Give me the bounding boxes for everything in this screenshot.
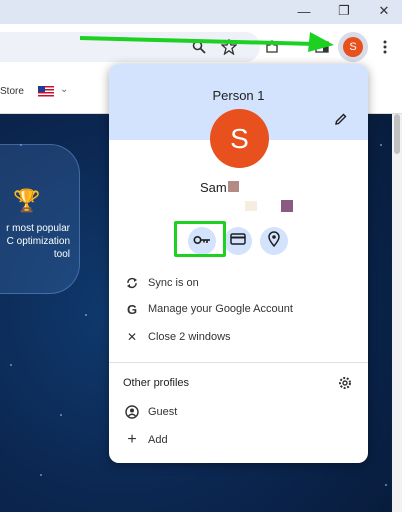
sync-label: Sync is on	[148, 277, 199, 289]
promo-card	[0, 144, 80, 294]
us-flag-icon[interactable]	[38, 86, 54, 97]
credit-card-icon	[230, 232, 246, 250]
trophy-icon: 🏆	[13, 188, 41, 213]
store-link[interactable]: Store	[0, 86, 24, 97]
edit-pencil-icon[interactable]	[334, 112, 350, 128]
restore-button[interactable]: ❐	[334, 2, 354, 20]
redaction-block	[228, 181, 239, 192]
redaction-block	[245, 201, 257, 211]
close-windows-row[interactable]: ✕ Close 2 windows	[109, 323, 368, 351]
plus-icon: +	[127, 431, 137, 448]
gear-icon[interactable]	[338, 376, 352, 390]
close-windows-label: Close 2 windows	[148, 331, 231, 343]
annotation-arrow	[79, 32, 334, 52]
guest-profile-row[interactable]: Guest	[109, 398, 368, 426]
page-scrollbar[interactable]	[392, 114, 402, 512]
manage-account-label: Manage your Google Account	[148, 303, 293, 315]
close-icon: ✕	[126, 330, 138, 344]
location-pin-icon	[268, 230, 280, 252]
google-g-icon: G	[126, 301, 138, 317]
minimize-button[interactable]: —	[294, 2, 314, 20]
guest-label: Guest	[148, 406, 178, 418]
minimize-icon: —	[297, 3, 311, 19]
addresses-button[interactable]	[260, 227, 288, 255]
add-label: Add	[148, 434, 168, 446]
annotation-highlight-box	[174, 221, 226, 257]
scroll-thumb[interactable]	[394, 114, 400, 154]
sync-row[interactable]: Sync is on	[109, 269, 368, 297]
divider	[109, 362, 368, 363]
profile-avatar-large: S	[210, 109, 269, 168]
other-profiles-title: Other profiles	[123, 377, 190, 389]
add-profile-row[interactable]: + Add	[109, 426, 368, 454]
window-titlebar: — ❐ ✕	[0, 0, 402, 24]
sync-icon	[121, 277, 143, 289]
close-window-button[interactable]: ✕	[374, 2, 394, 20]
profile-menu-popup: Person 1 S Sam Sync is on G Manage your …	[109, 64, 368, 463]
promo-text: r most popular C optimization tool	[6, 223, 70, 260]
user-name: Sam	[200, 180, 227, 195]
profile-title: Person 1	[212, 88, 265, 103]
manage-account-row[interactable]: G Manage your Google Account	[109, 295, 368, 323]
redaction-block	[281, 200, 293, 212]
payment-methods-button[interactable]	[224, 227, 252, 255]
three-dot-menu-icon[interactable]	[376, 37, 394, 57]
chevron-down-icon[interactable]: ⌄	[60, 84, 68, 95]
restore-icon: ❐	[338, 3, 350, 18]
profile-button[interactable]: S	[338, 32, 368, 62]
close-icon: ✕	[378, 3, 390, 18]
person-circle-icon	[121, 405, 143, 419]
profile-avatar: S	[343, 37, 363, 57]
